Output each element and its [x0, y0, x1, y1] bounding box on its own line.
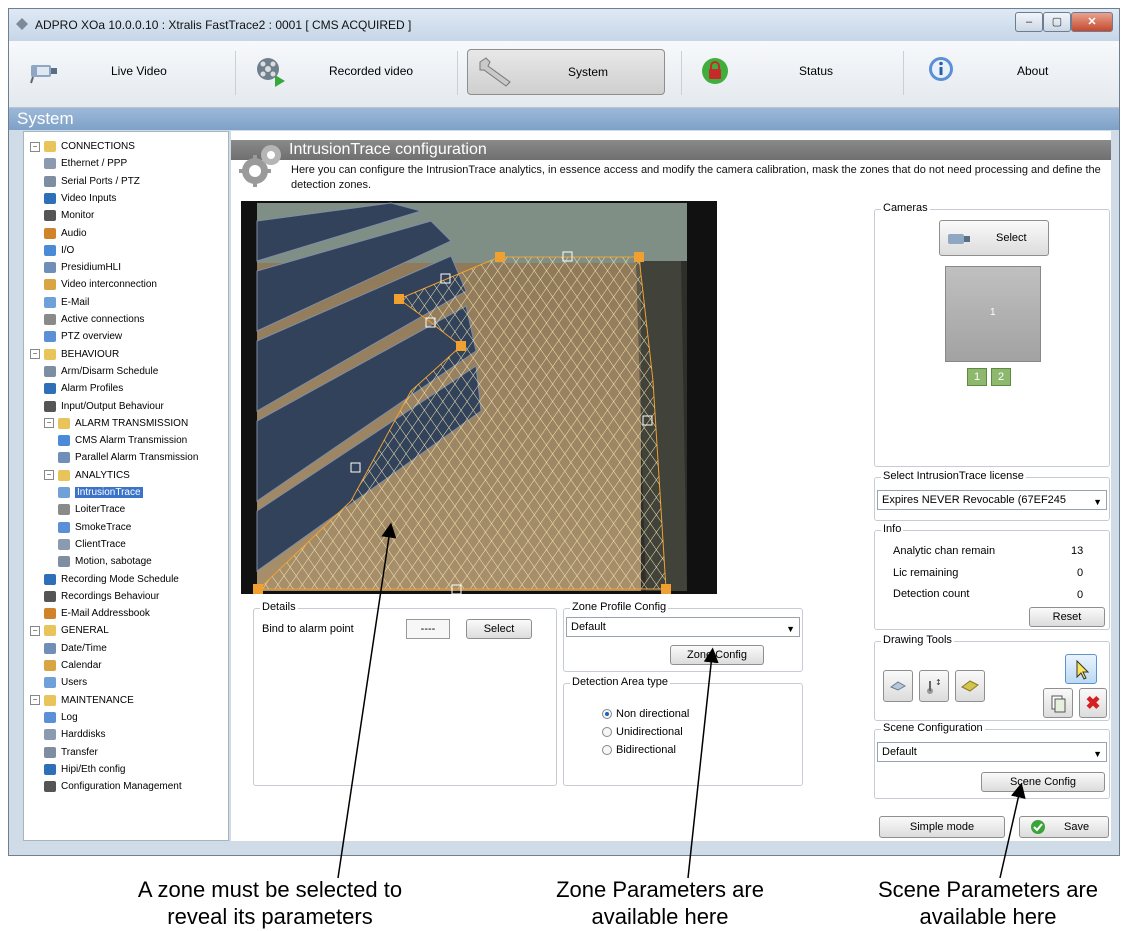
annotation-arrow-scene-config [999, 782, 1026, 879]
annotation-zone-params-text: Zone Parameters are available here [556, 877, 764, 929]
annotation-arrow-zone-config [687, 647, 719, 879]
annotation-arrow-zone [337, 522, 397, 879]
annotation-arrows [337, 522, 1026, 879]
annotation-zone-text: A zone must be selected to reveal its pa… [137, 877, 403, 929]
annotation-scene-params-text: Scene Parameters are available here [877, 877, 1099, 929]
